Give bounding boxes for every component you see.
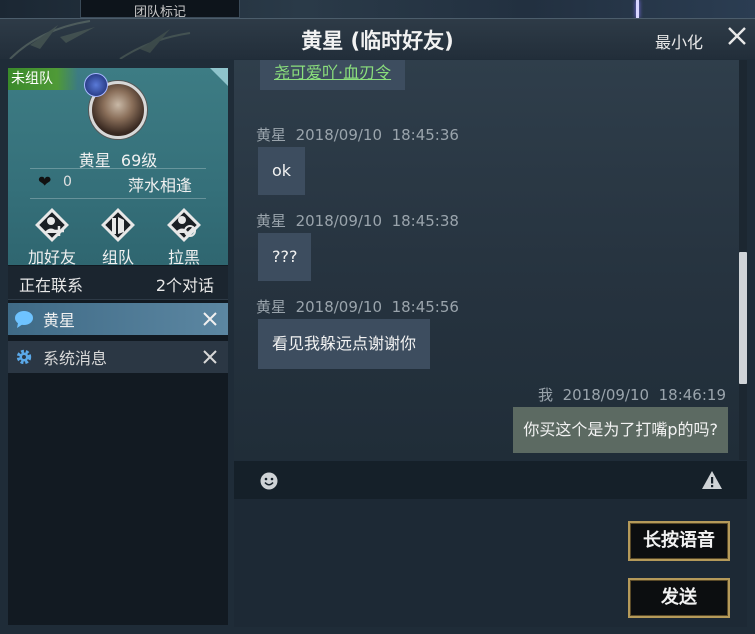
block-label: 拉黑 xyxy=(167,248,200,267)
left-panel: 未组队 黄星 69级 ❤ 0 萍水相逢 加好友 组队 拉黑 正在联系 2个对话 … xyxy=(8,68,228,625)
send-button[interactable]: 发送 xyxy=(628,578,730,618)
gear-icon xyxy=(16,349,32,365)
message-bubble: ok xyxy=(258,147,306,195)
team-mark-tab[interactable]: 团队标记 xyxy=(80,0,240,18)
message-meta: 黄星 2018/09/10 18:45:56 xyxy=(256,296,459,317)
input-toolbar xyxy=(234,461,747,499)
item-link[interactable]: 尧可爱吖·血刃令 xyxy=(260,60,406,90)
message-date: 2018/09/10 xyxy=(295,298,383,316)
intimacy-value: 0 xyxy=(63,174,72,190)
voice-button[interactable]: 长按语音 xyxy=(628,521,730,561)
smile-icon[interactable] xyxy=(260,472,278,490)
add-friend-icon xyxy=(35,208,69,242)
add-friend-button[interactable]: 加好友 xyxy=(22,206,82,268)
title-bar[interactable]: 黄星 (临时好友) 最小化 xyxy=(0,19,755,59)
message-date: 2018/09/10 xyxy=(295,126,383,144)
message-sender: 黄星 xyxy=(256,212,287,230)
message-bubble: 看见我躲远点谢谢你 xyxy=(258,319,431,369)
close-icon[interactable] xyxy=(726,25,748,47)
message-time: 18:45:36 xyxy=(391,126,459,144)
minimize-button[interactable]: 最小化 xyxy=(655,29,703,53)
message-time: 18:45:38 xyxy=(391,212,459,230)
profile-card: 未组队 黄星 69级 ❤ 0 萍水相逢 加好友 组队 拉黑 xyxy=(8,68,228,268)
close-icon[interactable] xyxy=(202,311,218,327)
message-meta: 我 2018/09/10 18:46:19 xyxy=(538,384,726,405)
message-sender: 黄星 xyxy=(256,298,287,316)
message-bubble-sent: 你买这个是为了打嘴p的吗? xyxy=(513,407,728,453)
light-streak xyxy=(636,0,639,18)
close-icon[interactable] xyxy=(202,349,218,365)
chat-log[interactable]: 尧可爱吖·血刃令 黄星 2018/09/10 18:45:36 ok 黄星 20… xyxy=(234,60,747,460)
chat-bubble-icon xyxy=(15,311,33,328)
block-button[interactable]: 拉黑 xyxy=(154,206,214,268)
chat-scrollbar[interactable] xyxy=(739,60,747,460)
message-time: 18:45:56 xyxy=(391,298,459,316)
contact-item-system[interactable]: 系统消息 xyxy=(8,341,228,373)
conversation-count: 2个对话 xyxy=(155,276,214,295)
scrollbar-thumb[interactable] xyxy=(739,252,747,384)
warning-icon[interactable] xyxy=(701,470,723,490)
contact-status-row: 正在联系 2个对话 xyxy=(8,266,228,300)
message-input[interactable]: 长按语音 发送 xyxy=(234,499,747,627)
team-label: 组队 xyxy=(101,248,134,267)
block-icon xyxy=(167,208,201,242)
rank-icon xyxy=(84,73,108,97)
contact-name: 系统消息 xyxy=(43,349,108,368)
team-icon xyxy=(101,208,135,242)
message-date: 2018/09/10 xyxy=(295,212,383,230)
message-sender: 黄星 xyxy=(256,126,287,144)
contacting-label: 正在联系 xyxy=(19,276,84,295)
background-strip: 团队标记 xyxy=(0,0,755,18)
message-sender: 我 xyxy=(538,386,554,404)
message-date: 2018/09/10 xyxy=(562,386,650,404)
message-meta: 黄星 2018/09/10 18:45:36 xyxy=(256,124,459,145)
message-bubble: ??? xyxy=(258,233,312,281)
heart-icon: ❤ xyxy=(38,172,52,191)
private-chat-window: 黄星 (临时好友) 最小化 未组队 黄星 69级 ❤ 0 萍水相逢 加好友 组队… xyxy=(0,18,755,634)
window-title: 黄星 (临时好友) xyxy=(301,29,454,53)
add-friend-label: 加好友 xyxy=(27,248,76,267)
relation-label: 萍水相逢 xyxy=(128,176,193,195)
contact-item-huangxing[interactable]: 黄星 xyxy=(8,303,228,335)
team-button[interactable]: 组队 xyxy=(88,206,148,268)
message-time: 18:46:19 xyxy=(658,386,726,404)
contact-name: 黄星 xyxy=(43,311,76,330)
message-meta: 黄星 2018/09/10 18:45:38 xyxy=(256,210,459,231)
divider xyxy=(30,198,206,199)
corner-fold xyxy=(210,68,228,86)
team-status-badge: 未组队 xyxy=(8,68,78,90)
message-list: 尧可爱吖·血刃令 黄星 2018/09/10 18:45:36 ok 黄星 20… xyxy=(234,60,734,460)
divider xyxy=(30,168,206,169)
